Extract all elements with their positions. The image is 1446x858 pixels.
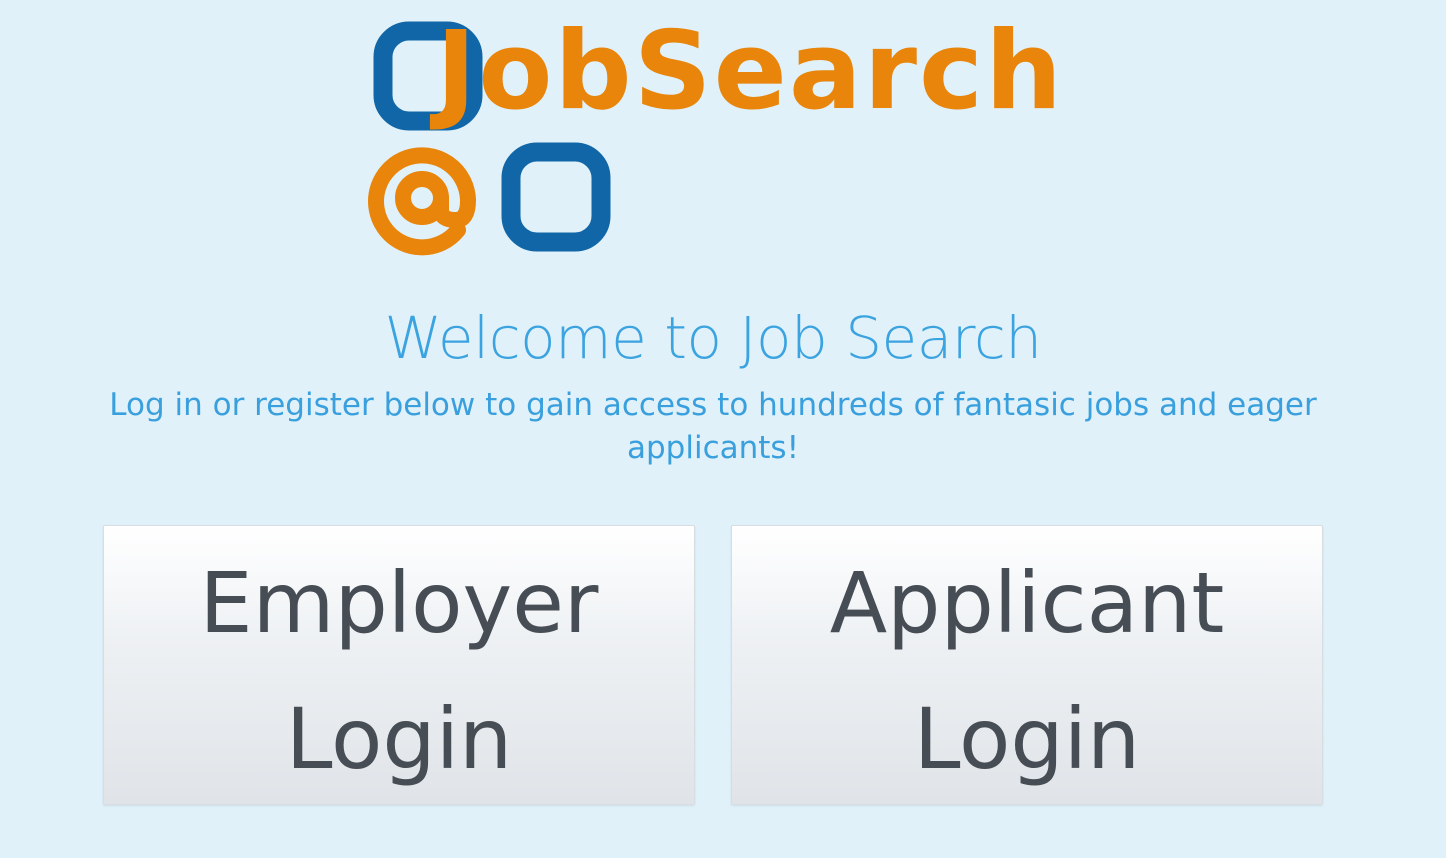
employer-login-button[interactable]: Employer Login bbox=[103, 525, 695, 805]
applicant-login-label: Applicant Login bbox=[829, 554, 1225, 788]
page-title: Welcome to Job Search bbox=[384, 304, 1042, 372]
page-subtitle: Log in or register below to gain access … bbox=[109, 387, 1317, 466]
logo-at-symbol bbox=[368, 147, 476, 256]
logo-blue-square-bottom bbox=[501, 142, 611, 252]
applicant-login-button[interactable]: Applicant Login bbox=[731, 525, 1323, 805]
jobsearch-logo: JobSearch bbox=[366, 16, 1076, 261]
employer-login-label: Employer Login bbox=[199, 554, 599, 788]
logo-wordmark: JobSearch bbox=[429, 16, 1064, 134]
